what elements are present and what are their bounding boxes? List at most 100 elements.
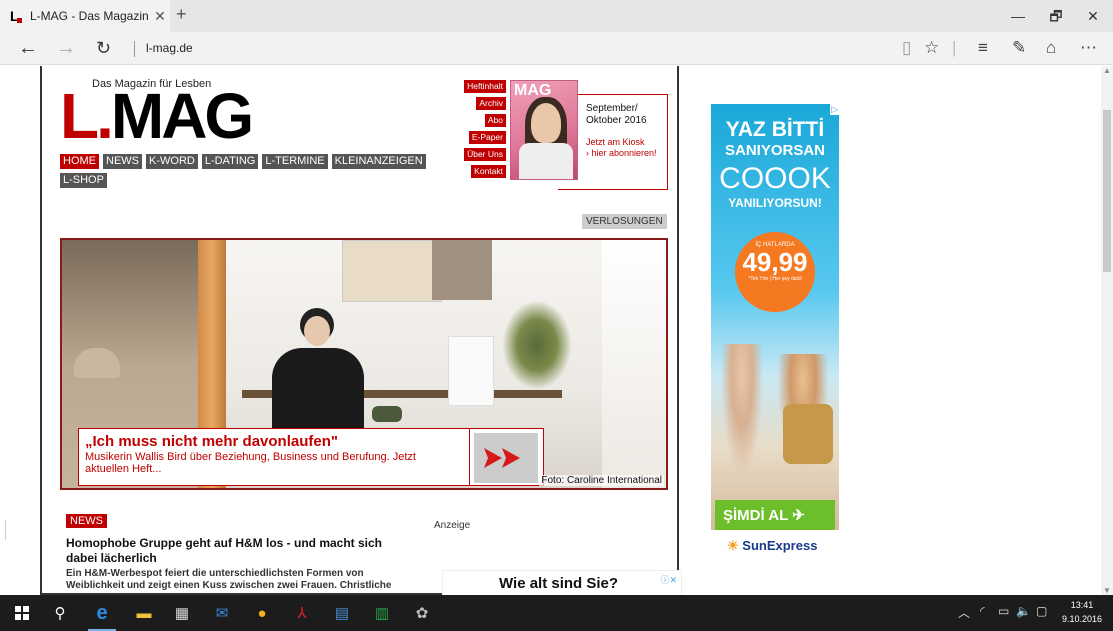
file-explorer-icon[interactable]: ▬	[132, 601, 156, 625]
inline-ad[interactable]: Wie alt sind Sie? ⓘ✕	[442, 570, 682, 595]
double-arrow-icon	[474, 433, 538, 483]
verlosungen-link[interactable]: VERLOSUNGEN	[582, 214, 667, 229]
issue-nav-abo[interactable]: Abo	[484, 114, 506, 127]
side-ad-choices-icon[interactable]: ▷	[830, 104, 839, 115]
hero-lamp	[74, 348, 120, 378]
hero-more-button[interactable]	[470, 428, 544, 486]
nav-l-dating[interactable]: L-DATING	[201, 154, 259, 169]
volume-icon[interactable]: 🔈	[1016, 604, 1031, 618]
issue-nav-archiv[interactable]: Archiv	[476, 97, 506, 110]
web-note-icon[interactable]: ✎	[1012, 38, 1026, 58]
windows-taskbar: ⚲ e ▬ ▦ ✉ ● ⅄ ▤ ▥ ✿ ︿ ◜ ▭ 🔈 ▢ 13:41 9.10…	[0, 595, 1113, 631]
browser-tab[interactable]: L L-MAG - Das Magazin f ✕	[0, 0, 170, 32]
side-banner-ad[interactable]: ▷ YAZ BİTTİ SANIYORSAN COOOK YANILIYORSU…	[711, 104, 839, 595]
favorite-star-icon[interactable]: ☆	[924, 38, 939, 58]
new-tab-button[interactable]: +	[176, 4, 187, 25]
tray-up-arrow-icon[interactable]: ︿	[958, 604, 970, 621]
cover-body	[519, 143, 573, 179]
url-field[interactable]: l-mag.de	[146, 41, 193, 55]
hero-right-wall	[602, 240, 666, 488]
ad-choices-icon[interactable]: ⓘ✕	[660, 573, 677, 586]
back-button[interactable]: ←	[18, 36, 38, 60]
site-logo[interactable]: L.MAG	[60, 84, 254, 148]
scroll-thumb[interactable]	[1103, 110, 1111, 272]
reading-view-icon[interactable]: ▯	[902, 38, 911, 58]
hero-caption[interactable]: „Ich muss nicht mehr davonlaufen" Musike…	[78, 428, 470, 486]
nav-k-word[interactable]: K-WORD	[146, 154, 198, 169]
subscribe-link[interactable]: › hier abonnieren!	[586, 148, 663, 159]
forward-button[interactable]: →	[56, 36, 76, 60]
nav-kleinanzeigen[interactable]: KLEINANZEIGEN	[331, 154, 426, 169]
side-ad-line-1: YAZ BİTTİ	[725, 118, 825, 141]
chrome-icon[interactable]: ●	[250, 601, 274, 625]
scroll-down-icon[interactable]: ▼	[1103, 586, 1111, 595]
clock-date: 9.10.2016	[1062, 614, 1103, 624]
paint-icon[interactable]: ✿	[410, 601, 434, 625]
hub-icon[interactable]: ≡	[978, 38, 988, 58]
side-ad-cta-button[interactable]: ŞİMDİ AL ✈	[715, 500, 835, 530]
hero-person-face	[304, 316, 330, 346]
issue-nav-kontakt[interactable]: Kontakt	[471, 165, 506, 178]
news-badge[interactable]: NEWS	[66, 514, 107, 528]
kiosk-link[interactable]: Jetzt am Kiosk	[586, 137, 663, 148]
tab-bar: L L-MAG - Das Magazin f ✕ + — 🗗 ✕	[0, 0, 1113, 32]
minimize-button[interactable]: —	[998, 0, 1038, 32]
hero-teaser[interactable]: „Ich muss nicht mehr davonlaufen" Musike…	[60, 238, 668, 490]
more-icon[interactable]: ⋯	[1080, 38, 1097, 58]
magazine-cover-image[interactable]: MAG	[510, 80, 578, 180]
page-scrollbar[interactable]: ▲ ▼	[1101, 66, 1113, 595]
logo-dot: L.	[60, 80, 114, 152]
issue-date-line-2: Oktober 2016	[586, 115, 647, 126]
side-ad-man	[717, 344, 767, 494]
left-edge-marker	[0, 520, 6, 540]
acrobat-icon[interactable]: ⅄	[290, 601, 314, 625]
search-icon[interactable]: ⚲	[48, 601, 72, 625]
plane-icon: ✈	[792, 507, 805, 524]
issue-nav-epaper[interactable]: E-Paper	[468, 131, 506, 144]
edge-browser-icon[interactable]: e	[90, 601, 114, 625]
excel-icon[interactable]: ▥	[370, 601, 394, 625]
battery-icon[interactable]: ▭	[998, 604, 1009, 618]
share-icon[interactable]: ⌂	[1046, 38, 1056, 58]
url-separator	[134, 41, 135, 57]
hero-headline[interactable]: „Ich muss nicht mehr davonlaufen"	[85, 433, 463, 451]
photo-credit: Foto: Caroline International	[539, 475, 664, 486]
nav-home[interactable]: HOME	[60, 154, 99, 169]
hero-wall-poster	[342, 240, 442, 302]
mail-app-icon[interactable]: ✉	[210, 601, 234, 625]
hero-plant	[502, 300, 572, 390]
refresh-button[interactable]: ↻	[96, 36, 111, 60]
address-bar: ← → ↻ l-mag.de ▯ ☆ | ≡ ✎ ⌂ ⋯	[0, 32, 1113, 65]
tab-close-icon[interactable]: ✕	[150, 8, 170, 25]
nav-l-termine[interactable]: L-TERMINE	[262, 154, 328, 169]
logo-text: MAG	[110, 80, 254, 152]
calculator-icon[interactable]: ▦	[170, 601, 194, 625]
issue-nav-heftinhalt[interactable]: Heftinhalt	[464, 80, 506, 93]
issue-navigation: Heftinhalt Archiv Abo E-Paper Über Uns K…	[462, 80, 506, 178]
wifi-icon[interactable]: ◜	[980, 604, 985, 618]
nav-news[interactable]: NEWS	[103, 154, 142, 169]
taskbar-clock[interactable]: 13:41 9.10.2016	[1062, 598, 1102, 626]
side-ad-cta-label: ŞİMDİ AL	[723, 507, 789, 524]
notes-app-icon[interactable]: ▤	[330, 601, 354, 625]
close-window-button[interactable]: ✕	[1073, 0, 1113, 32]
maximize-button[interactable]: 🗗	[1036, 0, 1076, 32]
ad-label: Anzeige	[434, 520, 471, 531]
news-headline[interactable]: Homophobe Gruppe geht auf H&M los - und …	[66, 536, 416, 566]
hero-wall-picture	[432, 240, 492, 300]
side-ad-line-2: SANIYORSAN	[724, 142, 825, 159]
scroll-up-icon[interactable]: ▲	[1103, 66, 1111, 75]
start-windows-icon[interactable]	[10, 601, 34, 625]
page-viewport: Das Magazin für Lesben L.MAG HOME NEWS K…	[0, 66, 1103, 595]
main-navigation: HOME NEWS K-WORD L-DATING L-TERMINE KLEI…	[60, 154, 460, 188]
nav-l-shop[interactable]: L-SHOP	[60, 173, 107, 188]
toolbar-separator: |	[952, 38, 957, 57]
issue-nav-ueber-uns[interactable]: Über Uns	[464, 148, 506, 161]
notifications-icon[interactable]: ▢	[1036, 604, 1047, 618]
lmag-site: Das Magazin für Lesben L.MAG HOME NEWS K…	[40, 66, 682, 595]
hero-phone	[372, 406, 402, 422]
side-ad-brand: ☀ SunExpress	[711, 530, 839, 595]
side-ad-price-badge: İÇ HATLARDA 49,99 *Tek Yön | Her şey dah…	[735, 232, 815, 312]
tab-title: L-MAG - Das Magazin f	[30, 9, 150, 23]
side-ad-brand-name: SunExpress	[742, 538, 818, 553]
